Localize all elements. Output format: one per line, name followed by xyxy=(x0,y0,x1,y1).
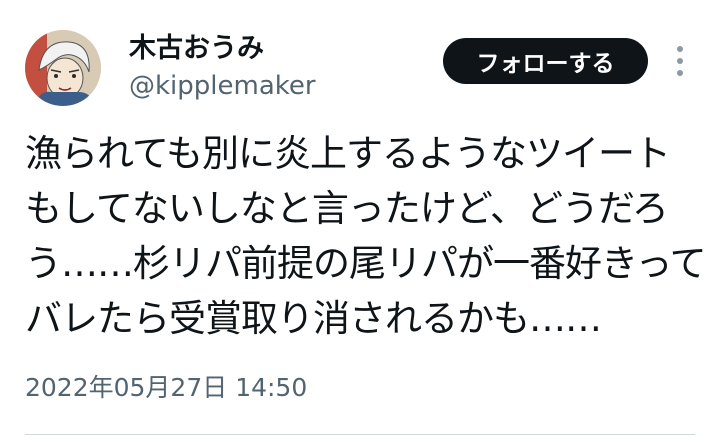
user-handle[interactable]: @kipplemaker xyxy=(129,70,316,102)
avatar-illustration xyxy=(25,30,101,106)
tweet-text-line: バレたら受賞取り消されるかも…… xyxy=(25,297,602,340)
tweet-text-line: 漁られても別に炎上するようなツイート xyxy=(25,132,671,175)
tweet-text: 漁られても別に炎上するようなツイート もしてないしなと言ったけど、どうだろ う…… xyxy=(25,126,707,346)
tweet-timestamp[interactable]: 2022年05月27日 14:50 xyxy=(25,372,307,404)
display-name[interactable]: 木古おうみ xyxy=(129,32,264,66)
follow-button[interactable]: フォローする xyxy=(443,38,648,84)
more-dot xyxy=(677,58,683,64)
more-dot xyxy=(677,46,683,52)
divider xyxy=(25,434,695,435)
tweet-text-line: う……杉リパ前提の尾リパが一番好きって xyxy=(25,242,707,285)
tweet-text-line: もしてないしなと言ったけど、どうだろ xyxy=(25,187,669,230)
avatar[interactable] xyxy=(25,30,101,106)
more-vertical-icon[interactable] xyxy=(670,46,690,76)
more-dot xyxy=(677,70,683,76)
